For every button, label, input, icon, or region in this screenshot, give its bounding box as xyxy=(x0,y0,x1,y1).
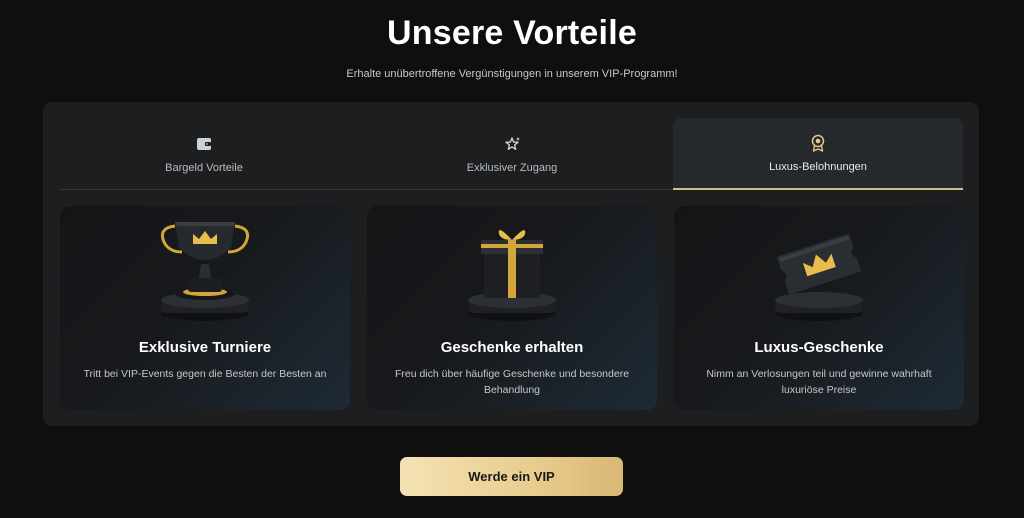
gift-icon xyxy=(468,230,556,321)
ticket-icon xyxy=(775,233,863,321)
benefit-card-geschenke: Geschenke erhalten Freu dich über häufig… xyxy=(367,206,657,410)
card-text: Nimm an Verlosungen teil und gewinne wah… xyxy=(706,368,932,396)
award-icon xyxy=(809,134,827,152)
tab-label: Luxus-Belohnungen xyxy=(769,160,867,173)
card-title: Exklusive Turniere xyxy=(138,339,272,356)
stars-icon xyxy=(503,135,521,153)
trophy-icon xyxy=(160,222,250,321)
benefit-card-turniere: Exklusive Turniere Tritt bei VIP-Events … xyxy=(60,206,350,410)
card-text: Freu dich über häufige Geschenke und bes… xyxy=(394,368,630,396)
benefit-card-luxus: Luxus-Geschenke Nimm an Verlosungen teil… xyxy=(674,206,964,410)
benefits-tabs: Bargeld Vorteile Exklusiver Zugang Luxus… xyxy=(59,118,964,190)
tab-bargeld-vorteile[interactable]: Bargeld Vorteile xyxy=(59,118,349,190)
tab-luxus-belohnungen[interactable]: Luxus-Belohnungen xyxy=(673,118,963,190)
tab-label: Exklusiver Zugang xyxy=(466,161,558,174)
card-text: Tritt bei VIP-Events gegen die Besten de… xyxy=(83,368,327,380)
wallet-icon xyxy=(195,135,213,153)
tab-label: Bargeld Vorteile xyxy=(165,161,243,174)
card-title: Geschenke erhalten xyxy=(440,339,584,356)
become-vip-button[interactable]: Werde ein VIP xyxy=(400,457,623,496)
card-title: Luxus-Geschenke xyxy=(754,339,884,356)
tab-exklusiver-zugang[interactable]: Exklusiver Zugang xyxy=(367,118,657,190)
page-subtitle: Erhalte unübertroffene Vergünstigungen i… xyxy=(346,68,678,80)
page-title: Unsere Vorteile xyxy=(387,14,637,52)
benefits-panel: Bargeld Vorteile Exklusiver Zugang Luxus… xyxy=(43,102,979,426)
